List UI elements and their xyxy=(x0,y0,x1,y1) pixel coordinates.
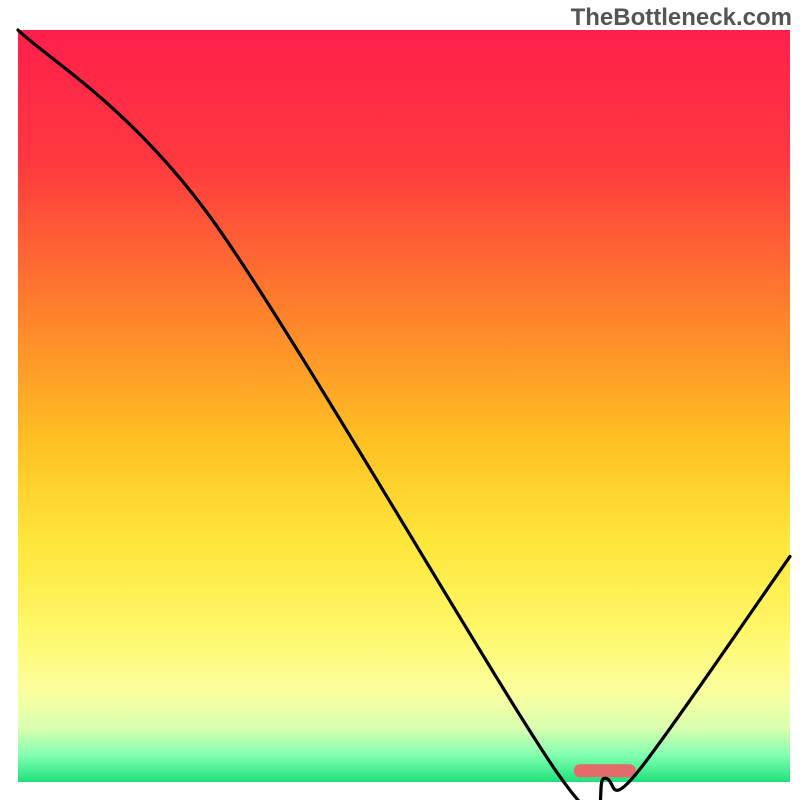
watermark-text: TheBottleneck.com xyxy=(571,4,792,32)
highlight-segment xyxy=(574,764,636,777)
chart-svg xyxy=(0,0,800,800)
gradient-background xyxy=(18,30,790,782)
plot-area xyxy=(18,30,790,800)
chart-container: TheBottleneck.com xyxy=(0,0,800,800)
